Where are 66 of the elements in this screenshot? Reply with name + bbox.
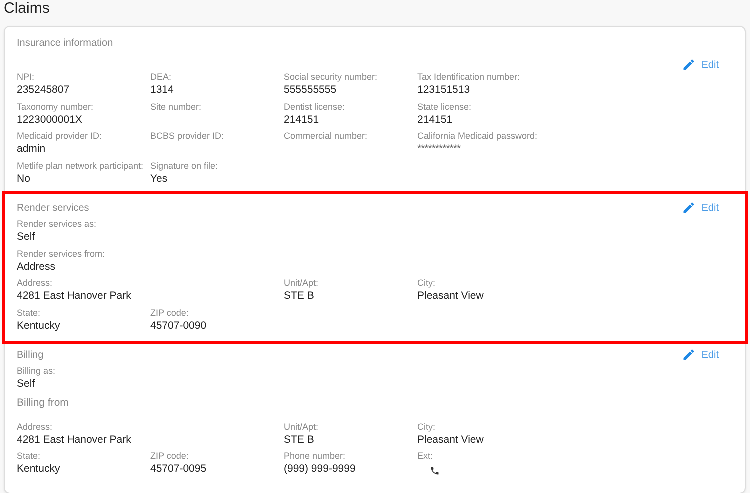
field-value: 214151	[418, 114, 453, 126]
field-value: 4281 East Hanover Park	[17, 290, 132, 302]
field-label: ZIP code:	[150, 308, 189, 318]
field-label: California Medicaid password:	[418, 131, 538, 141]
field-value: Kentucky	[17, 463, 60, 475]
page-title: Claims	[4, 0, 50, 19]
field-value: 555555555	[284, 84, 337, 96]
field-label: Medicaid provider ID:	[17, 131, 102, 141]
field-label: Social security number:	[284, 72, 378, 82]
field-value: 45707-0095	[150, 463, 207, 475]
field-label: Unit/Apt:	[284, 422, 319, 432]
field-value: 4281 East Hanover Park	[17, 434, 132, 446]
field-value: STE B	[284, 434, 314, 446]
field-value: Pleasant View	[418, 290, 484, 302]
field-value: ************	[418, 143, 461, 155]
field-label: Commercial number:	[284, 131, 368, 141]
field-label: Ext:	[418, 451, 434, 461]
field-label: City:	[418, 422, 436, 432]
field-label: Address:	[17, 422, 53, 432]
field-value: Kentucky	[17, 320, 60, 332]
field-label: Render services from:	[17, 248, 106, 258]
field-label: Billing as:	[17, 366, 56, 376]
field-value: 123151513	[418, 84, 470, 96]
pencil-icon	[682, 348, 696, 362]
field-label: Phone number:	[284, 451, 346, 461]
edit-button[interactable]: Edit	[682, 58, 719, 72]
field-label: ZIP code:	[150, 451, 189, 461]
field-value: Self	[17, 231, 36, 243]
field-value: Yes	[150, 172, 168, 184]
phone-icon	[430, 466, 440, 476]
field-value: 45707-0090	[150, 320, 207, 332]
field-value: 235245807	[17, 84, 70, 96]
field-value: Pleasant View	[418, 434, 484, 446]
field-value: No	[17, 172, 30, 184]
field-label: Render services as:	[17, 219, 97, 229]
field-label: BCBS provider ID:	[150, 131, 224, 141]
section-title: Render services	[17, 202, 90, 214]
field-label: Tax Identification number:	[418, 72, 520, 82]
field-label: Taxonomy number:	[17, 102, 94, 112]
field-label: City:	[418, 278, 436, 288]
field-label: NPI:	[17, 72, 35, 82]
field-label: Dentist license:	[284, 102, 346, 112]
field-value: admin	[17, 143, 46, 155]
field-label: State:	[17, 451, 41, 461]
field-label: Unit/Apt:	[284, 278, 319, 288]
field-label: Address:	[17, 278, 53, 288]
edit-button[interactable]: Edit	[682, 201, 719, 215]
field-label: Signature on file:	[150, 160, 218, 170]
pencil-icon	[682, 58, 696, 72]
field-value: 1223000001X	[17, 114, 82, 126]
field-value: 214151	[284, 114, 320, 126]
field-label: Metlife plan network participant:	[17, 160, 144, 170]
section-title: Billing	[17, 350, 44, 360]
pencil-icon	[682, 201, 696, 215]
field-label: DEA:	[150, 72, 172, 82]
field-label: State:	[17, 308, 41, 318]
subsection-title: Billing from	[17, 396, 69, 410]
section-title: Insurance information	[17, 38, 114, 49]
field-value: STE B	[284, 290, 314, 302]
field-value: Address	[17, 260, 56, 272]
field-label: State license:	[418, 102, 472, 112]
field-label: Site number:	[150, 102, 202, 112]
field-value: 1314	[150, 84, 174, 96]
field-value: (999) 999-9999	[284, 463, 356, 475]
edit-button[interactable]: Edit	[682, 348, 719, 362]
field-value: Self	[17, 378, 36, 390]
